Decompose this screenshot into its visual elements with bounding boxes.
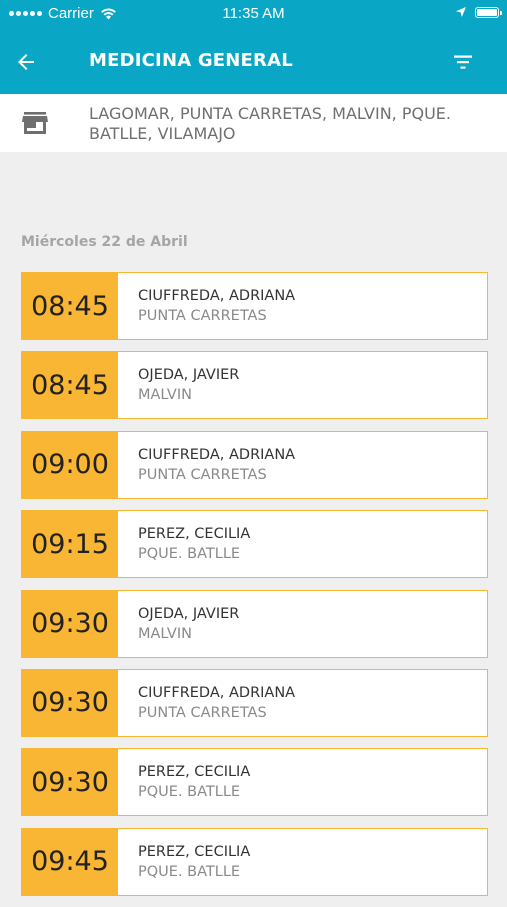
appointment-location: PUNTA CARRETAS bbox=[138, 308, 267, 324]
filter-button[interactable] bbox=[447, 46, 479, 78]
appointment-info: OJEDA, JAVIER MALVIN bbox=[118, 591, 487, 657]
location-arrow-icon bbox=[456, 7, 466, 17]
location-list-text: LAGOMAR, PUNTA CARRETAS, MALVIN, PQUE. B… bbox=[89, 104, 451, 143]
appointment-time: 09:30 bbox=[22, 669, 118, 736]
date-header: Miércoles 22 de Abril bbox=[21, 234, 188, 250]
appointment-card[interactable]: 09:30 CIUFFREDA, ADRIANA PUNTA CARRETAS bbox=[21, 668, 488, 737]
appointment-card[interactable]: 09:30 PEREZ, CECILIA PQUE. BATLLE bbox=[21, 748, 488, 817]
appointment-location: PQUE. BATLLE bbox=[138, 546, 241, 563]
appointment-info: OJEDA, JAVIER MALVIN bbox=[118, 352, 487, 418]
appointment-info: CIUFFREDA, ADRIANA PUNTA CARRETAS bbox=[118, 670, 487, 736]
appointment-info: CIUFFREDA, ADRIANA PUNTA CARRETAS bbox=[118, 273, 487, 339]
appointment-info: PEREZ, CECILIA PQUE. BATLLE bbox=[118, 749, 487, 815]
battery-icon bbox=[475, 6, 502, 18]
appointment-time: 08:45 bbox=[22, 352, 118, 419]
appointment-time: 09:00 bbox=[22, 431, 118, 498]
location-banner: LAGOMAR, PUNTA CARRETAS, MALVIN, PQUE. B… bbox=[0, 94, 507, 152]
app-bar: MEDICINA GENERAL bbox=[0, 30, 507, 94]
appointment-list: 08:45 CIUFFREDA, ADRIANA PUNTA CARRETAS … bbox=[21, 272, 488, 907]
status-bar: Carrier 11:35 AM bbox=[0, 0, 507, 30]
appointment-doctor: PEREZ, CECILIA bbox=[138, 843, 251, 860]
appointment-location: PQUE. BATLLE bbox=[138, 784, 241, 801]
appointment-doctor: PEREZ, CECILIA bbox=[138, 526, 251, 543]
appointment-time: 09:15 bbox=[22, 511, 118, 578]
appointment-time: 08:45 bbox=[22, 273, 118, 339]
status-right bbox=[455, 6, 502, 18]
appointment-card[interactable]: 09:30 OJEDA, JAVIER MALVIN bbox=[21, 589, 488, 658]
store-icon bbox=[22, 112, 48, 134]
appointment-card[interactable]: 09:45 PEREZ, CECILIA PQUE. BATLLE bbox=[21, 827, 488, 896]
appointment-doctor: OJEDA, JAVIER bbox=[138, 367, 240, 384]
appointment-location: PUNTA CARRETAS bbox=[138, 704, 267, 721]
appointment-doctor: CIUFFREDA, ADRIANA bbox=[138, 684, 296, 701]
appointment-time: 09:30 bbox=[22, 749, 118, 816]
appointment-location: MALVIN bbox=[138, 625, 192, 642]
arrow-left-icon bbox=[18, 54, 34, 70]
status-time: 11:35 AM bbox=[222, 5, 285, 22]
appointment-info: PEREZ, CECILIA PQUE. BATLLE bbox=[118, 829, 487, 895]
page-title: MEDICINA GENERAL bbox=[89, 50, 293, 71]
appointment-info: CIUFFREDA, ADRIANA PUNTA CARRETAS bbox=[118, 432, 487, 498]
appointment-card[interactable]: 09:15 PEREZ, CECILIA PQUE. BATLLE bbox=[21, 510, 488, 579]
appointment-time: 09:45 bbox=[22, 828, 118, 895]
appointment-doctor: CIUFFREDA, ADRIANA bbox=[138, 288, 296, 304]
appointment-card[interactable]: 09:00 CIUFFREDA, ADRIANA PUNTA CARRETAS bbox=[21, 430, 488, 499]
appointment-info: PEREZ, CECILIA PQUE. BATLLE bbox=[118, 511, 487, 577]
appointment-card[interactable]: 08:45 OJEDA, JAVIER MALVIN bbox=[21, 351, 488, 420]
appointment-time: 09:30 bbox=[22, 590, 118, 657]
appointment-location: PQUE. BATLLE bbox=[138, 863, 241, 880]
appointment-doctor: PEREZ, CECILIA bbox=[138, 764, 251, 781]
back-button[interactable] bbox=[10, 46, 42, 78]
appointment-doctor: CIUFFREDA, ADRIANA bbox=[138, 446, 296, 463]
appointment-location: MALVIN bbox=[138, 387, 192, 404]
appointment-location: PUNTA CARRETAS bbox=[138, 466, 267, 483]
filter-icon bbox=[454, 55, 472, 69]
appointment-doctor: OJEDA, JAVIER bbox=[138, 605, 240, 622]
appointment-card[interactable]: 08:45 CIUFFREDA, ADRIANA PUNTA CARRETAS bbox=[21, 272, 488, 340]
